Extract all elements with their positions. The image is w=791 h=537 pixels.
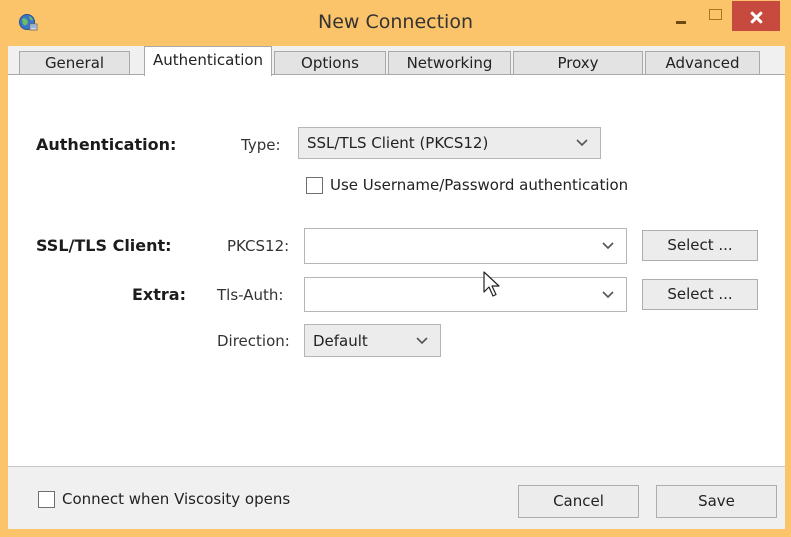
close-button[interactable] [732, 1, 780, 31]
cancel-button[interactable]: Cancel [518, 485, 639, 518]
ssl-tls-client-section-label: SSL/TLS Client: [36, 236, 172, 255]
auth-type-value: SSL/TLS Client (PKCS12) [307, 134, 489, 152]
tls-auth-select-button[interactable]: Select ... [642, 279, 758, 310]
chevron-down-icon [602, 290, 614, 298]
maximize-button[interactable] [698, 1, 732, 31]
tab-advanced[interactable]: Advanced [645, 51, 760, 74]
pkcs12-select[interactable] [304, 228, 627, 264]
chevron-down-icon [416, 336, 428, 344]
authentication-panel: Authentication: Type: SSL/TLS Client (PK… [8, 74, 785, 466]
mouse-pointer-icon [483, 271, 500, 297]
dialog-body: General Authentication Options Networkin… [8, 46, 785, 529]
use-username-password-checkbox[interactable] [306, 177, 323, 194]
minimize-button[interactable] [664, 1, 698, 31]
tab-options[interactable]: Options [274, 51, 386, 74]
connect-on-open-label[interactable]: Connect when Viscosity opens [62, 490, 290, 508]
extra-section-label: Extra: [132, 285, 186, 304]
chevron-down-icon [602, 242, 614, 250]
title-bar[interactable]: New Connection [0, 0, 791, 46]
pkcs12-select-button[interactable]: Select ... [642, 230, 758, 261]
tab-networking[interactable]: Networking [388, 51, 511, 74]
tls-auth-label: Tls-Auth: [217, 286, 284, 304]
tls-auth-select[interactable] [304, 277, 627, 312]
new-connection-window: New Connection General Authentication Op… [0, 0, 791, 537]
chevron-down-icon [576, 139, 588, 147]
tab-strip: General Authentication Options Networkin… [8, 46, 785, 76]
direction-label: Direction: [217, 332, 290, 350]
connect-on-open-checkbox[interactable] [38, 491, 55, 508]
dialog-footer: Connect when Viscosity opens Cancel Save [8, 466, 785, 529]
direction-select[interactable]: Default [304, 324, 441, 357]
tab-general[interactable]: General [19, 51, 130, 74]
type-label: Type: [241, 136, 281, 154]
tab-proxy[interactable]: Proxy [513, 51, 643, 74]
tab-authentication[interactable]: Authentication [144, 46, 272, 76]
pkcs12-label: PKCS12: [227, 237, 290, 255]
direction-value: Default [313, 331, 368, 350]
auth-type-select[interactable]: SSL/TLS Client (PKCS12) [298, 127, 601, 159]
use-username-password-label[interactable]: Use Username/Password authentication [330, 176, 628, 194]
save-button[interactable]: Save [656, 485, 777, 518]
authentication-section-label: Authentication: [36, 135, 177, 154]
